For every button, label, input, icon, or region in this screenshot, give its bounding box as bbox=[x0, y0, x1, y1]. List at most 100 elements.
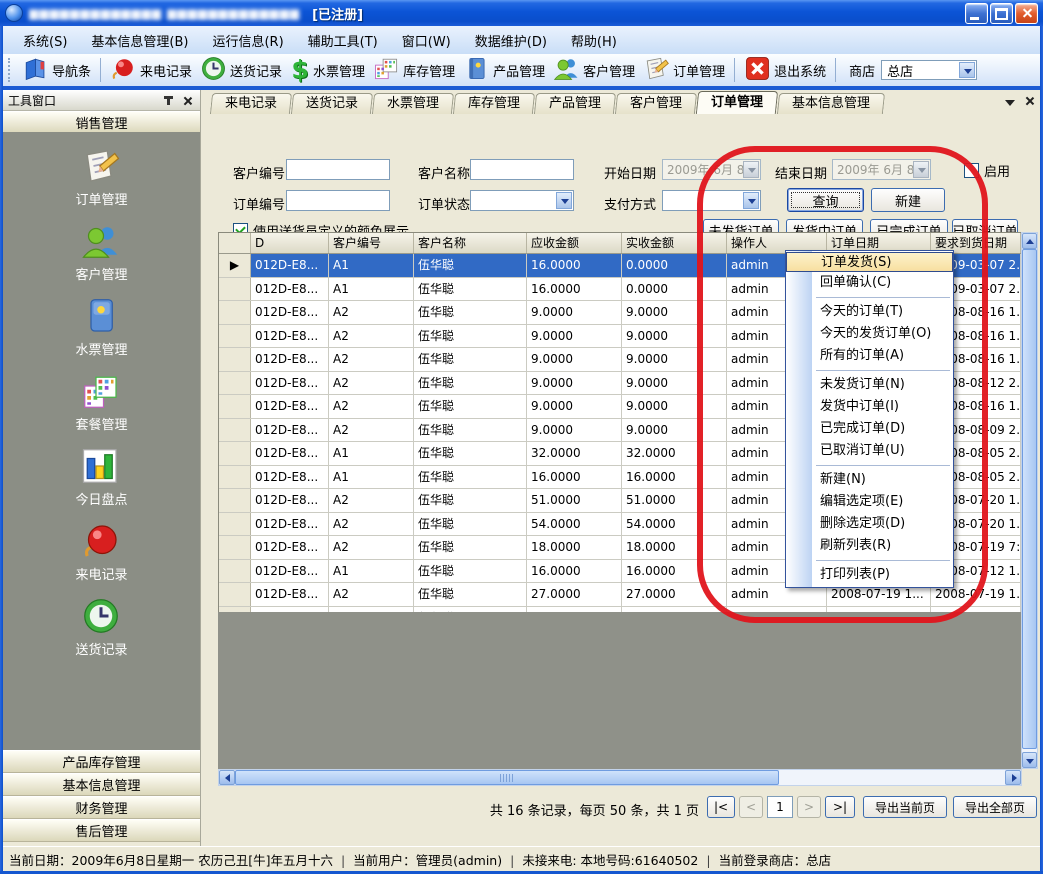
scroll-right-icon[interactable] bbox=[1005, 770, 1021, 785]
query-button[interactable]: 查询 bbox=[787, 188, 864, 212]
tab[interactable]: 库存管理 bbox=[453, 93, 535, 114]
context-menu-item[interactable]: 已取消订单(U) bbox=[786, 440, 953, 462]
scroll-up-icon[interactable] bbox=[1022, 233, 1037, 249]
sidebar-section[interactable]: 财务管理 bbox=[3, 796, 200, 819]
row-selector[interactable] bbox=[219, 301, 251, 324]
tab[interactable]: 基本信息管理 bbox=[777, 93, 885, 114]
sidebar-item-customer[interactable]: 客户管理 bbox=[75, 221, 127, 283]
row-selector[interactable]: ▶ bbox=[219, 254, 251, 277]
vertical-scroll-thumb[interactable] bbox=[1022, 249, 1037, 749]
row-selector[interactable] bbox=[219, 560, 251, 583]
last-page-button[interactable]: >| bbox=[825, 796, 855, 818]
context-menu-item[interactable]: 订单发货(S) bbox=[786, 252, 953, 272]
menubar-item[interactable]: 基本信息管理(B) bbox=[79, 27, 200, 54]
context-menu-item[interactable]: 未发货订单(N) bbox=[786, 374, 953, 396]
export-current-page-button[interactable]: 导出当前页 bbox=[863, 796, 947, 818]
menubar-item[interactable]: 窗口(W) bbox=[390, 27, 463, 54]
context-menu-item[interactable]: 回单确认(C) bbox=[786, 272, 953, 294]
column-header-customer-name[interactable]: 客户名称 bbox=[414, 233, 527, 253]
column-header-id[interactable]: D bbox=[251, 233, 329, 253]
customer-name-input[interactable] bbox=[470, 159, 574, 180]
maximize-button[interactable] bbox=[990, 3, 1013, 24]
row-selector[interactable] bbox=[219, 466, 251, 489]
tab[interactable]: 水票管理 bbox=[372, 93, 454, 114]
toolbar-call-log-button[interactable]: 来电记录 bbox=[106, 54, 196, 87]
vertical-scrollbar[interactable] bbox=[1021, 232, 1038, 769]
order-code-input[interactable] bbox=[286, 190, 390, 211]
context-menu-item[interactable]: 刷新列表(R) bbox=[786, 535, 953, 557]
context-menu-item[interactable]: 打印列表(P) bbox=[786, 564, 953, 586]
customer-code-input[interactable] bbox=[286, 159, 390, 180]
minimize-button[interactable] bbox=[965, 3, 988, 24]
sidebar-item-water-ticket[interactable]: 水票管理 bbox=[75, 296, 127, 358]
menubar-item[interactable]: 系统(S) bbox=[11, 27, 79, 54]
toolbar-exit-button[interactable]: 退出系统 bbox=[740, 54, 830, 87]
prev-page-button[interactable]: < bbox=[739, 796, 763, 818]
sidebar-section[interactable]: 基本信息管理 bbox=[3, 773, 200, 796]
toolbar-order-button[interactable]: 订单管理 bbox=[639, 54, 729, 87]
context-menu-item[interactable]: 删除选定项(D) bbox=[786, 513, 953, 535]
row-selector[interactable] bbox=[219, 583, 251, 606]
row-selector[interactable] bbox=[219, 348, 251, 371]
sidebar-item-package[interactable]: 套餐管理 bbox=[75, 371, 127, 433]
tool-window-close-button[interactable] bbox=[180, 93, 195, 107]
next-page-button[interactable]: > bbox=[797, 796, 821, 818]
sidebar-item-call-log[interactable]: 来电记录 bbox=[75, 521, 127, 583]
toolbar-customer-button[interactable]: 客户管理 bbox=[549, 54, 639, 87]
context-menu-item[interactable]: 新建(N) bbox=[786, 469, 953, 491]
menubar-item[interactable]: 运行信息(R) bbox=[200, 27, 295, 54]
row-selector[interactable] bbox=[219, 395, 251, 418]
context-menu-item[interactable]: 今天的发货订单(O) bbox=[786, 323, 953, 345]
sidebar-section[interactable]: 售后管理 bbox=[3, 819, 200, 842]
horizontal-scroll-thumb[interactable] bbox=[235, 770, 779, 785]
toolbar-product-button[interactable]: 产品管理 bbox=[459, 54, 549, 87]
tab[interactable]: 来电记录 bbox=[210, 93, 292, 114]
column-header-received[interactable]: 实收金额 bbox=[622, 233, 727, 253]
context-menu-item[interactable]: 编辑选定项(E) bbox=[786, 491, 953, 513]
toolbar-inventory-button[interactable]: 库存管理 bbox=[369, 54, 459, 87]
toolbar-water-ticket-button[interactable]: $ 水票管理 bbox=[286, 56, 369, 84]
tab-list-chevron-icon[interactable] bbox=[1005, 100, 1015, 111]
tab[interactable]: 订单管理 bbox=[696, 91, 778, 114]
scroll-left-icon[interactable] bbox=[219, 770, 235, 785]
toolbar-nav-button[interactable]: 导航条 bbox=[18, 54, 95, 87]
menubar-item[interactable]: 帮助(H) bbox=[559, 27, 629, 54]
context-menu-item[interactable]: 今天的订单(T) bbox=[786, 301, 953, 323]
end-date-picker[interactable]: 2009年 6月 8日 bbox=[832, 159, 931, 180]
toolbar-delivery-log-button[interactable]: 送货记录 bbox=[196, 54, 286, 87]
context-menu-item[interactable]: 所有的订单(A) bbox=[786, 345, 953, 367]
sidebar-item-daily-check[interactable]: 今日盘点 bbox=[75, 446, 127, 508]
new-button[interactable]: 新建 bbox=[871, 188, 945, 212]
tab-close-icon[interactable] bbox=[1025, 96, 1034, 105]
context-menu-item[interactable]: 已完成订单(D) bbox=[786, 418, 953, 440]
tab[interactable]: 客户管理 bbox=[615, 93, 697, 114]
sidebar-section[interactable]: 产品库存管理 bbox=[3, 750, 200, 773]
payment-method-select[interactable] bbox=[662, 190, 761, 211]
row-selector[interactable] bbox=[219, 489, 251, 512]
row-selector[interactable] bbox=[219, 536, 251, 559]
tab[interactable]: 送货记录 bbox=[291, 93, 373, 114]
row-selector[interactable] bbox=[219, 419, 251, 442]
menubar-item[interactable]: 辅助工具(T) bbox=[296, 27, 390, 54]
sidebar-item-delivery-log[interactable]: 送货记录 bbox=[75, 596, 127, 658]
context-menu-item[interactable]: 发货中订单(I) bbox=[786, 396, 953, 418]
horizontal-scrollbar[interactable] bbox=[218, 769, 1022, 786]
scroll-down-icon[interactable] bbox=[1022, 752, 1037, 768]
enable-date-checkbox[interactable]: 启用 bbox=[964, 161, 1010, 180]
row-selector[interactable] bbox=[219, 513, 251, 536]
row-selector[interactable] bbox=[219, 278, 251, 301]
chevron-down-icon[interactable] bbox=[959, 62, 975, 78]
first-page-button[interactable]: |< bbox=[707, 796, 735, 818]
page-number-input[interactable] bbox=[767, 796, 793, 818]
pin-button[interactable] bbox=[161, 93, 176, 107]
menubar-item[interactable]: 数据维护(D) bbox=[463, 27, 559, 54]
order-status-select[interactable] bbox=[470, 190, 574, 211]
sidebar-section-sales[interactable]: 销售管理 bbox=[3, 111, 200, 134]
close-button[interactable] bbox=[1015, 3, 1038, 24]
row-selector[interactable] bbox=[219, 325, 251, 348]
sidebar-item-order[interactable]: 订单管理 bbox=[75, 146, 127, 208]
row-selector[interactable] bbox=[219, 442, 251, 465]
tab[interactable]: 产品管理 bbox=[534, 93, 616, 114]
column-header-receivable[interactable]: 应收金额 bbox=[527, 233, 622, 253]
shop-select[interactable]: 总店 bbox=[881, 60, 977, 80]
